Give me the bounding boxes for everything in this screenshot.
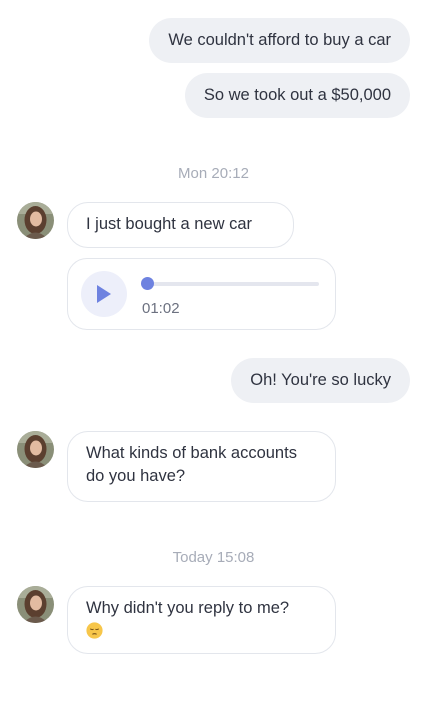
emoji-line [86,620,317,643]
message-text-line: do you have? [86,467,186,485]
message-text: We couldn't afford to buy a car [168,31,391,49]
message-text: Why didn't you reply to me? [86,599,290,617]
timestamp-divider: Today 15:08 [172,549,255,566]
play-button[interactable] [81,271,127,317]
avatar-image [17,202,54,239]
avatar-image [17,586,54,623]
contact-avatar[interactable] [17,202,54,239]
outgoing-message[interactable]: Oh! You're so lucky [231,358,410,403]
voice-message[interactable]: 01:02 [67,258,336,330]
incoming-message[interactable]: I just bought a new car [67,202,294,248]
contact-avatar[interactable] [17,431,54,468]
pensive-face-emoji [86,622,103,639]
avatar-image [17,431,54,468]
audio-duration: 01:02 [142,300,180,317]
message-text: I just bought a new car [86,215,253,233]
incoming-message[interactable]: What kinds of bank accounts do you have? [67,431,336,502]
timestamp-divider: Mon 20:12 [178,165,249,182]
outgoing-message[interactable]: We couldn't afford to buy a car [149,18,410,63]
message-text: Oh! You're so lucky [250,371,391,389]
play-icon [97,285,111,303]
message-text: So we took out a $50,000 [203,86,391,104]
contact-avatar[interactable] [17,586,54,623]
audio-progress-knob[interactable] [141,277,154,290]
incoming-message[interactable]: Why didn't you reply to me? [67,586,336,654]
message-text-line: What kinds of bank accounts [86,444,297,462]
audio-progress-track[interactable] [147,282,319,286]
outgoing-message[interactable]: So we took out a $50,000 [184,73,410,118]
